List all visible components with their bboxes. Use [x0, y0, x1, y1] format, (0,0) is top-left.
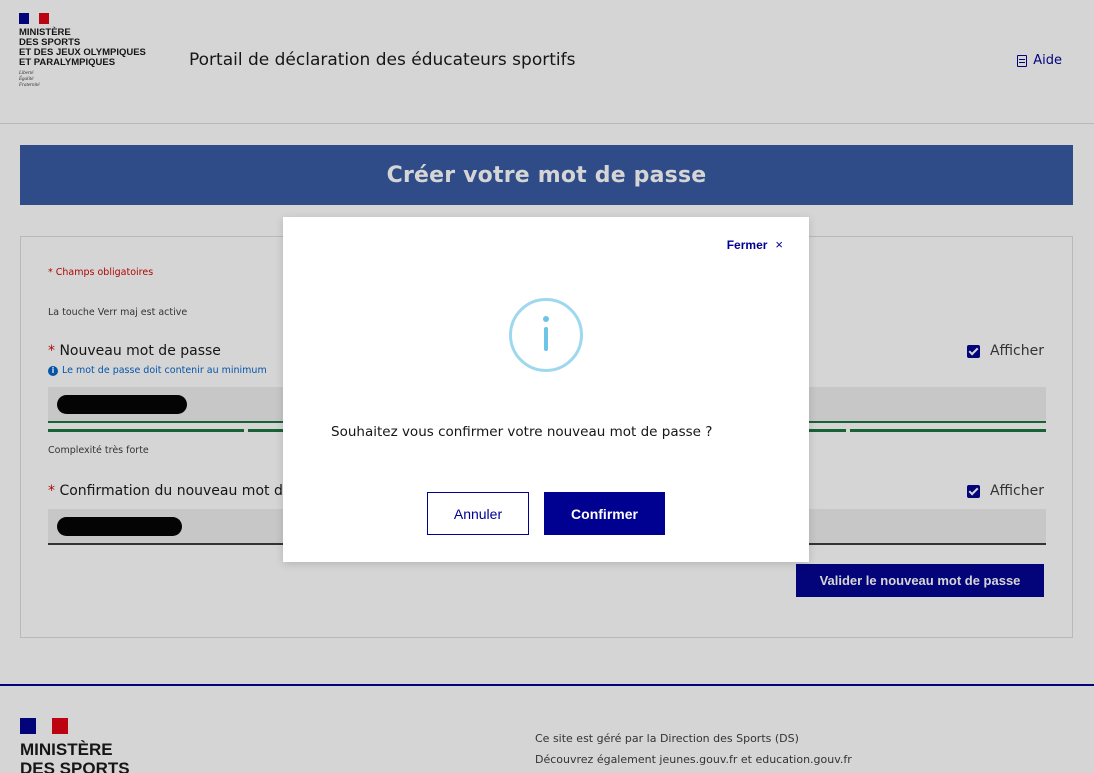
confirm-button[interactable]: Confirmer — [544, 492, 665, 535]
info-icon — [509, 298, 583, 372]
close-label: Fermer — [726, 237, 768, 252]
confirm-dialog: Fermer × Souhaitez vous confirmer votre … — [283, 217, 809, 562]
info-icon-bar — [544, 327, 548, 351]
cancel-button[interactable]: Annuler — [427, 492, 529, 535]
close-icon: × — [775, 237, 783, 252]
dialog-message: Souhaitez vous confirmer votre nouveau m… — [331, 424, 713, 440]
close-button[interactable]: Fermer × — [727, 237, 783, 252]
info-icon-dot — [543, 316, 549, 322]
modal-backdrop[interactable]: Fermer × Souhaitez vous confirmer votre … — [0, 0, 1094, 773]
